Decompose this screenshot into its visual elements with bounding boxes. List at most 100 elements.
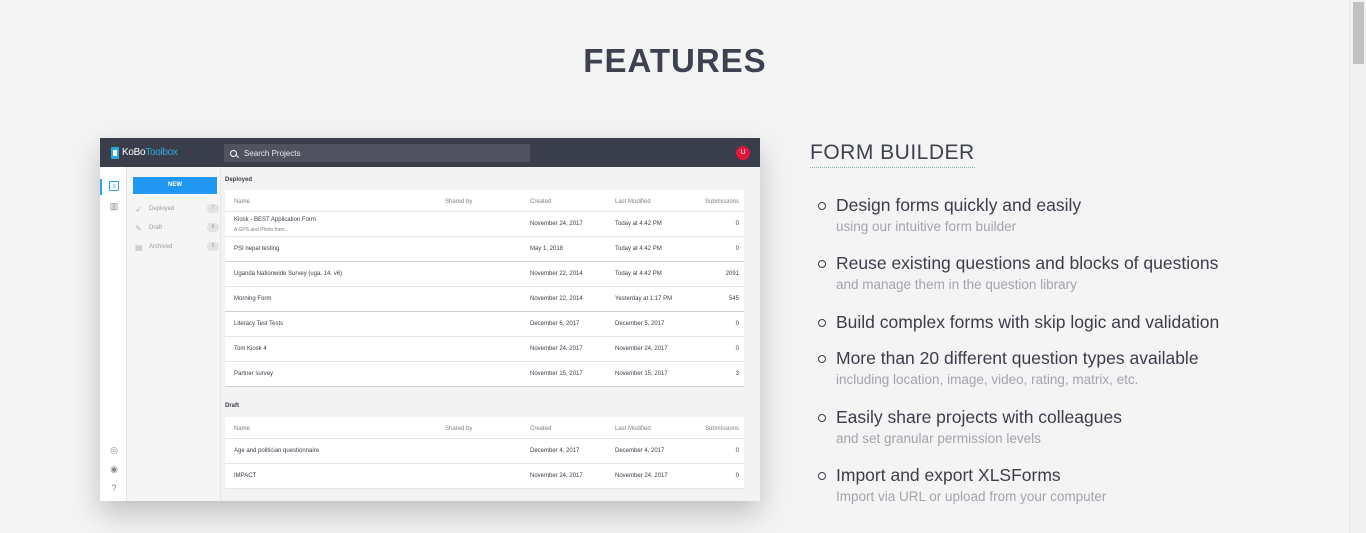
bullet-icon [818, 355, 826, 363]
bullet-icon [818, 202, 826, 210]
submission-count: 0 [735, 473, 739, 479]
table-row[interactable]: Partner survey November 15, 2017 Novembe… [225, 362, 744, 387]
modified-date: Yesterday at 1:17 PM [615, 296, 673, 302]
sidebar-item-draft[interactable]: ✎ Draft 8 [135, 223, 219, 233]
created-date: November 22, 2014 [530, 271, 583, 277]
deployed-section-label: Deployed [225, 177, 253, 183]
table-row[interactable]: Kiosk - BEST Application Form A GPS and … [225, 212, 744, 237]
draft-section-label: Draft [225, 403, 240, 409]
search-icon [230, 149, 237, 157]
modified-date: November 24, 2017 [615, 473, 668, 479]
col-submissions[interactable]: Submissions [705, 199, 739, 205]
created-date: December 4, 2017 [530, 448, 580, 454]
kobo-logo: KoBo Toolbox [111, 146, 178, 159]
bullet-icon [818, 414, 826, 422]
table-header: Name Shared by Created Last Modified Sub… [225, 190, 744, 212]
submission-count: 3 [735, 371, 739, 377]
col-shared[interactable]: Shared by [445, 426, 472, 432]
feature-subtitle: including location, image, video, rating… [836, 372, 1139, 387]
col-name[interactable]: Name [234, 199, 250, 205]
project-name: IMPACT [234, 473, 257, 479]
bullet-icon [818, 319, 826, 327]
col-modified[interactable]: Last Modified [615, 199, 651, 205]
sidebar-item-label: Deployed [149, 206, 175, 212]
created-date: November 15, 2017 [530, 371, 583, 377]
avatar[interactable]: U [736, 146, 750, 160]
question-icon[interactable]: ? [109, 483, 119, 493]
modified-date: December 4, 2017 [615, 448, 665, 454]
modified-date: November 24, 2017 [615, 346, 668, 352]
library-icon[interactable]: ▥ [109, 201, 119, 211]
new-project-button[interactable]: NEW [133, 177, 217, 194]
col-shared[interactable]: Shared by [445, 199, 472, 205]
table-row[interactable]: Age and politician questionnaire Decembe… [225, 439, 744, 464]
feature-title: More than 20 different question types av… [836, 348, 1199, 368]
submission-count: 0 [735, 221, 739, 227]
col-created[interactable]: Created [530, 426, 551, 432]
table-row[interactable]: Literacy Test Tests December 6, 2017 Dec… [225, 312, 744, 337]
modified-date: Today at 4:42 PM [615, 246, 662, 252]
bullet-icon [818, 260, 826, 268]
page-scrollbar[interactable] [1349, 0, 1366, 533]
logo-text-toolbox: Toolbox [145, 147, 178, 158]
product-screenshot: KoBo Toolbox Search Projects U ≡ ▥ ◎ ◉ ? … [100, 138, 760, 501]
submission-count: 2091 [725, 271, 739, 277]
submission-count: 0 [735, 346, 739, 352]
submission-count: 545 [728, 296, 739, 302]
sidebar-item-label: Archived [149, 244, 173, 250]
count-badge: 7 [207, 204, 219, 213]
pencil-icon: ✎ [135, 223, 142, 233]
submission-count: 0 [735, 321, 739, 327]
table-header: Name Shared by Created Last Modified Sub… [225, 417, 744, 439]
modified-date: Today at 4:42 PM [615, 221, 662, 227]
table-row[interactable]: Uganda Nationwide Survey (uga. 14. v6) N… [225, 262, 744, 287]
projects-sidebar: NEW ➶ Deployed 7 ✎ Draft 8 ▤ Archived 5 [127, 167, 221, 501]
deployed-table: Name Shared by Created Last Modified Sub… [225, 190, 744, 387]
scrollbar-thumb[interactable] [1353, 2, 1364, 64]
col-created[interactable]: Created [530, 199, 551, 205]
col-name[interactable]: Name [234, 426, 250, 432]
feature-title: Easily share projects with colleagues [836, 407, 1122, 427]
form-builder-heading: FORM BUILDER [810, 141, 975, 168]
projects-icon[interactable]: ≡ [109, 181, 119, 191]
project-name: Uganda Nationwide Survey (uga. 14. v6) [234, 271, 343, 277]
project-desc: A GPS and Photo form. [234, 227, 286, 233]
count-badge: 8 [207, 223, 219, 232]
table-row[interactable]: PSI nepal testing May 1, 2018 Today at 4… [225, 237, 744, 262]
modified-date: December 5, 2017 [615, 321, 665, 327]
logo-text-kobo: KoBo [122, 147, 146, 158]
search-projects-input[interactable]: Search Projects [224, 144, 530, 162]
projects-main: Deployed Name Shared by Created Last Mod… [221, 167, 760, 501]
rocket-icon: ➶ [135, 204, 142, 214]
table-row[interactable]: Morning Form November 22, 2014 Yesterday… [225, 287, 744, 312]
project-name: Age and politician questionnaire [234, 448, 320, 454]
feature-title: Import and export XLSForms [836, 465, 1061, 485]
created-date: November 24, 2017 [530, 473, 583, 479]
col-submissions[interactable]: Submissions [705, 426, 739, 432]
sidebar-item-archived[interactable]: ▤ Archived 5 [135, 242, 219, 252]
count-badge: 5 [207, 242, 219, 251]
table-row[interactable]: Tom Kiosk 4 November 24, 2017 November 2… [225, 337, 744, 362]
feature-title: Design forms quickly and easily [836, 195, 1082, 215]
table-row[interactable]: IMPACT November 24, 2017 November 24, 20… [225, 464, 744, 489]
modified-date: Today at 4:42 PM [615, 271, 662, 277]
feature-title: Reuse existing questions and blocks of q… [836, 253, 1219, 273]
col-modified[interactable]: Last Modified [615, 426, 651, 432]
created-date: November 24, 2017 [530, 346, 583, 352]
created-date: November 22, 2014 [530, 296, 583, 302]
help-circle-icon[interactable]: ◎ [109, 445, 119, 455]
github-icon[interactable]: ◉ [109, 464, 119, 474]
created-date: December 6, 2017 [530, 321, 580, 327]
project-name: Tom Kiosk 4 [234, 346, 267, 352]
project-name: Morning Form [234, 296, 272, 302]
sidebar-item-deployed[interactable]: ➶ Deployed 7 [135, 204, 219, 214]
modified-date: November 15, 2017 [615, 371, 668, 377]
submission-count: 0 [735, 246, 739, 252]
kobo-logo-icon [111, 146, 119, 159]
project-name: PSI nepal testing [234, 246, 280, 252]
submission-count: 0 [735, 448, 739, 454]
bullet-icon [818, 472, 826, 480]
sidebar-item-label: Draft [149, 225, 163, 231]
feature-subtitle: using our intuitive form builder [836, 219, 1017, 234]
created-date: November 24, 2017 [530, 221, 583, 227]
